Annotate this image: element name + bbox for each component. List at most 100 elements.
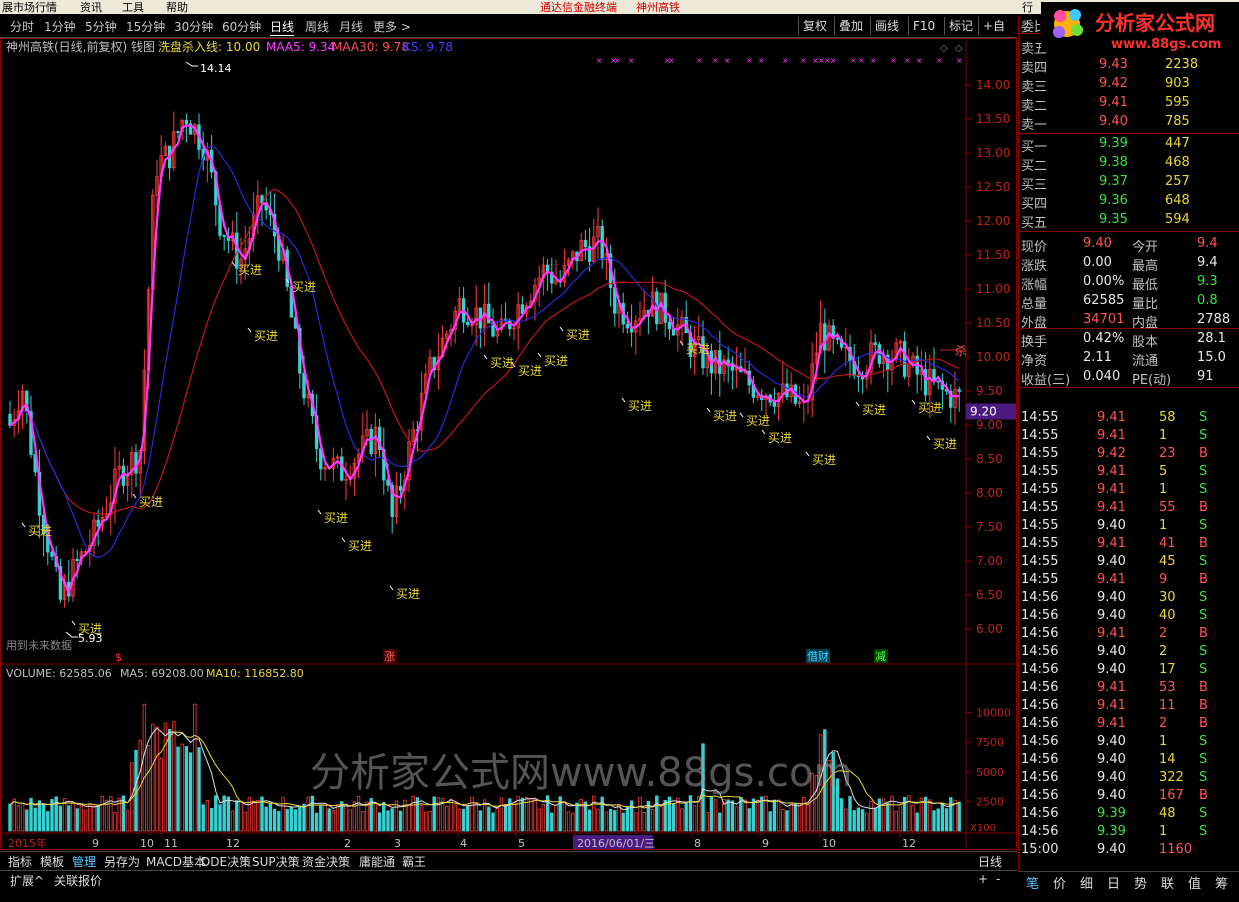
quote-value: 28.1 — [1197, 331, 1226, 346]
tab-template[interactable]: 模板 — [40, 853, 64, 870]
zoom-out-button[interactable]: - — [996, 872, 1000, 886]
zoom-in-button[interactable]: + — [978, 872, 988, 886]
add-favorite-button[interactable]: +自选 — [978, 17, 1017, 51]
mark-button[interactable]: 标记 — [944, 17, 977, 35]
volume-bar — [625, 806, 630, 832]
tick-side: B — [1199, 698, 1208, 713]
stock-title: 神州高铁 — [636, 1, 680, 14]
tick-row: 14:56 9.40 14 S — [1019, 751, 1239, 769]
chart-area[interactable]: 神州高铁(日线,前复权) 钱图 洗盘杀入线: 10.00 MAA5: 9.34 … — [0, 38, 1017, 850]
future-data-note: 用到未来数据 — [6, 638, 72, 652]
tab-15min[interactable]: 15分钟 — [126, 18, 165, 35]
right-tab-1[interactable]: 价 — [1053, 873, 1066, 892]
tick-side: S — [1199, 590, 1208, 605]
right-tab-3[interactable]: 日 — [1107, 873, 1120, 892]
tab-fund[interactable]: 资金决策 — [302, 853, 350, 870]
right-tab-4[interactable]: 势 — [1134, 873, 1147, 892]
quote-value: 0.00 — [1083, 255, 1112, 270]
tick-volume: 23 — [1159, 446, 1176, 461]
date-tick-label: 12 — [226, 837, 240, 850]
tab-manage[interactable]: 管理 — [72, 853, 96, 870]
volume-bar — [508, 798, 512, 832]
quote-value: 34701 — [1083, 312, 1125, 327]
tab-dde[interactable]: DDE决策 — [201, 853, 251, 870]
tick-side: S — [1199, 410, 1208, 425]
sell-volume: 2238 — [1165, 57, 1199, 72]
candlestick-chart[interactable]: 神州高铁(日线,前复权) 钱图 洗盘杀入线: 10.00 MAA5: 9.34 … — [0, 38, 1017, 850]
tab-5min[interactable]: 5分钟 — [85, 18, 117, 35]
quote-label: 最高 — [1132, 259, 1159, 274]
date-tick-label: 4 — [460, 837, 467, 850]
menu-news[interactable]: 资讯 — [80, 0, 102, 15]
volume-unit-label: X100 — [970, 823, 996, 834]
tab-save-as[interactable]: 另存为 — [104, 853, 140, 870]
volume-bar — [873, 807, 877, 832]
tab-indicator[interactable]: 指标 — [8, 853, 32, 870]
tab-30min[interactable]: 30分钟 — [174, 18, 213, 35]
draw-line-button[interactable]: 画线 — [870, 17, 903, 35]
related-quote-button[interactable]: 关联报价 — [54, 872, 102, 889]
right-tab-6[interactable]: 值 — [1188, 873, 1201, 892]
volume-bar — [621, 812, 625, 832]
sell-level-label: 卖一 — [1021, 118, 1048, 133]
tick-side: S — [1199, 662, 1208, 677]
right-tab-7[interactable]: 筹 — [1215, 873, 1228, 892]
tab-more[interactable]: 更多 > — [373, 18, 411, 35]
tab-1min[interactable]: 1分钟 — [44, 18, 76, 35]
tab-macd[interactable]: MACD基本 — [146, 853, 206, 870]
buy-price: 9.39 — [1099, 136, 1128, 151]
ks-label: KS: 9.78 — [403, 40, 453, 54]
event-marker: × — [758, 56, 765, 65]
f10-button[interactable]: F10 — [908, 17, 939, 35]
tick-side: S — [1199, 464, 1208, 479]
volume-bar — [886, 802, 890, 832]
menu-help[interactable]: 帮助 — [166, 0, 188, 15]
menu-market[interactable]: 展市场行情 — [2, 0, 57, 15]
tab-monthly[interactable]: 月线 — [339, 18, 363, 35]
restore-rights-button[interactable]: 复权 — [798, 17, 831, 35]
quote-row: 现价 9.40 今开 9.4 — [1019, 235, 1239, 255]
event-jiecai-marker: 借财 — [807, 649, 829, 663]
buy-signal-label: 买进 — [544, 354, 568, 368]
price-tick-label: 13.00 — [976, 146, 1010, 160]
tick-side: B — [1199, 716, 1208, 731]
tab-weekly[interactable]: 周线 — [305, 18, 329, 35]
buy-volume: 648 — [1165, 193, 1190, 208]
event-marker: × — [890, 56, 897, 65]
volume-bar — [760, 796, 764, 832]
tick-volume: 2 — [1159, 626, 1168, 641]
overlay-button[interactable]: 叠加 — [834, 17, 867, 35]
expand-button[interactable]: 扩展^ — [10, 872, 44, 889]
tick-time: 14:55 — [1021, 536, 1059, 551]
tick-volume: 40 — [1159, 608, 1176, 623]
tick-side: B — [1199, 536, 1208, 551]
quote-label: 换手 — [1021, 335, 1048, 350]
tab-intraday[interactable]: 分时 — [10, 18, 34, 35]
price-tick-label: 10.50 — [976, 316, 1010, 330]
quote-row: 总量 62585 量比 0.8 — [1019, 292, 1239, 312]
tab-60min[interactable]: 60分钟 — [222, 18, 261, 35]
quote-value: 0.8 — [1197, 293, 1218, 308]
right-tab-0[interactable]: 笔 — [1026, 873, 1039, 892]
tick-price: 9.41 — [1097, 464, 1126, 479]
tab-sup[interactable]: SUP决策 — [252, 853, 300, 870]
tab-daily[interactable]: 日线 — [270, 18, 295, 36]
quote-value: 9.3 — [1197, 274, 1218, 289]
right-tab-2[interactable]: 细 — [1080, 873, 1093, 892]
menu-tools[interactable]: 工具 — [122, 0, 144, 15]
volume-bar — [718, 812, 722, 832]
volume-bar — [936, 808, 940, 832]
right-tab-5[interactable]: 联 — [1161, 873, 1174, 892]
tab-yongneng[interactable]: 庸能通 — [359, 853, 395, 870]
tab-bawang[interactable]: 霸王 — [402, 853, 426, 870]
tick-volume: 9 — [1159, 572, 1168, 587]
quote-value: 9.40 — [1083, 236, 1112, 251]
volume-bar — [709, 796, 714, 832]
tick-price: 9.41 — [1097, 410, 1126, 425]
volume-bar — [848, 796, 852, 832]
right-toggle[interactable]: 日线 — [978, 853, 1002, 870]
tick-price: 9.40 — [1097, 662, 1126, 677]
sell-volume: 595 — [1165, 95, 1190, 110]
volume-bar — [856, 807, 861, 832]
tick-time: 14:55 — [1021, 500, 1059, 515]
